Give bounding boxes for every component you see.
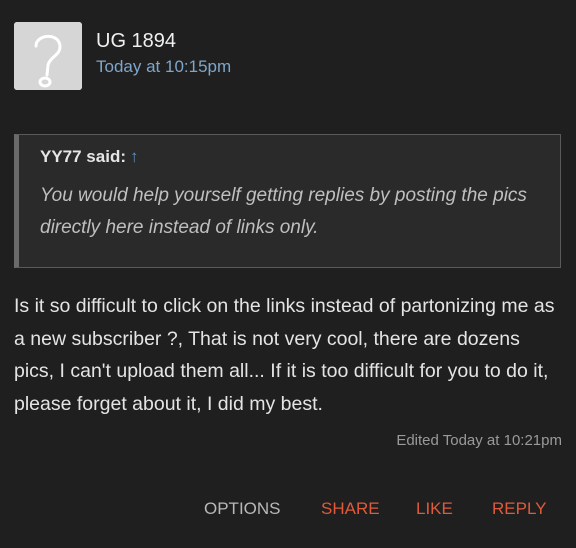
like-button[interactable]: LIKE: [416, 497, 453, 521]
post-timestamp[interactable]: Today at 10:15pm: [96, 57, 231, 77]
options-button[interactable]: OPTIONS: [204, 497, 281, 521]
share-button[interactable]: SHARE: [321, 497, 380, 521]
post-actions: OPTIONS SHARE LIKE REPLY: [0, 497, 576, 521]
edited-timestamp: Edited Today at 10:21pm: [396, 432, 562, 449]
up-arrow-icon[interactable]: ↑: [130, 147, 139, 166]
quote-attribution: YY77 said: ↑: [40, 145, 540, 169]
author-block: UG 1894 Today at 10:15pm: [96, 29, 231, 77]
avatar[interactable]: [14, 22, 82, 90]
post-header: UG 1894 Today at 10:15pm: [14, 22, 231, 90]
quote-text: You would help yourself getting replies …: [40, 185, 527, 238]
quote-author: YY77 said:: [40, 147, 126, 166]
post-message: Is it so difficult to click on the links…: [14, 295, 555, 415]
forum-post: UG 1894 Today at 10:15pm YY77 said: ↑ You…: [0, 0, 576, 548]
username[interactable]: UG 1894: [96, 29, 231, 53]
reply-button[interactable]: REPLY: [492, 497, 547, 521]
quote-block: YY77 said: ↑ You would help yourself gett…: [14, 134, 561, 268]
question-mark-avatar-icon: [14, 22, 82, 90]
